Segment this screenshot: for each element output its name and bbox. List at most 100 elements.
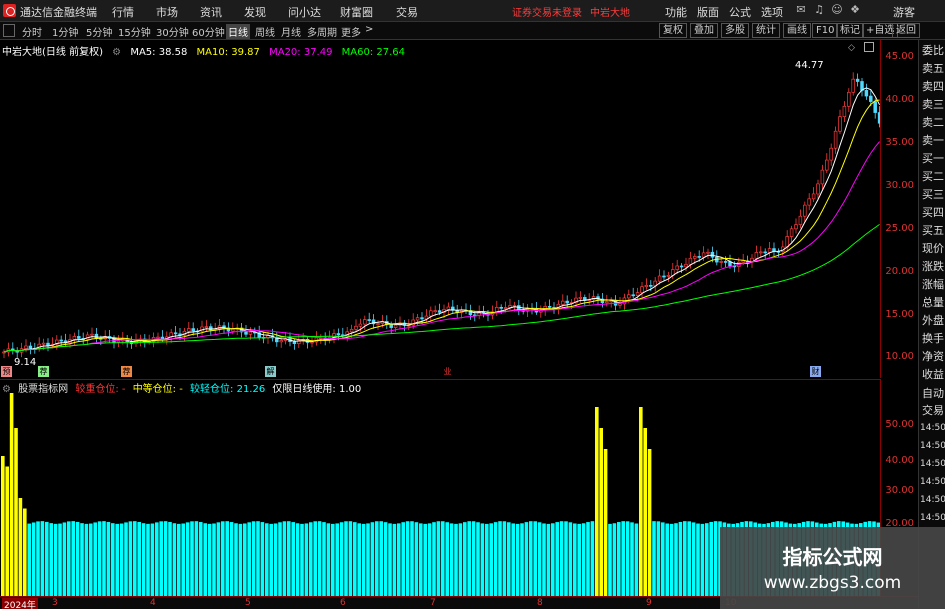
date-aug: 8 <box>537 598 543 608</box>
tool-back[interactable]: 返回 <box>892 23 920 38</box>
position-bar <box>190 521 194 596</box>
menu-ask[interactable]: 问小达 <box>288 4 321 20</box>
side-menu-item[interactable]: 买五 <box>920 222 945 238</box>
side-menu-item[interactable]: 收益 <box>920 366 945 382</box>
side-menu-item[interactable]: 卖五 <box>920 60 945 76</box>
menu-wealth[interactable]: 财富圈 <box>340 4 373 20</box>
side-menu-item[interactable]: 卖三 <box>920 96 945 112</box>
candle-body <box>829 147 833 161</box>
candlestick-chart[interactable] <box>0 40 880 378</box>
maximize-icon[interactable] <box>864 42 874 52</box>
position-bar <box>9 393 14 596</box>
event-unlock[interactable]: 解 <box>265 366 276 377</box>
period-monthly[interactable]: 月线 <box>281 24 301 39</box>
side-menu-item[interactable]: 外盘 <box>920 312 945 328</box>
position-bar <box>678 521 683 596</box>
menu-market[interactable]: 市场 <box>156 4 178 20</box>
period-60min[interactable]: 60分钟 <box>192 24 225 39</box>
candle-body <box>644 284 649 288</box>
position-bar <box>405 521 410 596</box>
side-menu-item[interactable]: 买二 <box>920 168 945 184</box>
tool-overlay[interactable]: 叠加 <box>690 23 718 38</box>
side-menu-item[interactable]: 涨跌 <box>920 258 945 274</box>
menu-formula[interactable]: 公式 <box>729 4 751 20</box>
menu-news[interactable]: 资讯 <box>200 4 222 20</box>
candle-body <box>358 323 363 327</box>
period-intraday[interactable]: 分时 <box>22 24 42 39</box>
side-menu-item[interactable]: 买一 <box>920 150 945 166</box>
side-menu-item[interactable]: 14:50 <box>920 495 945 505</box>
side-menu-item[interactable]: 卖二 <box>920 114 945 130</box>
period-multi[interactable]: 多周期 <box>307 24 337 39</box>
position-bar <box>449 523 454 596</box>
candle-body <box>389 323 393 328</box>
tool-f10[interactable]: F10 <box>812 23 839 38</box>
side-menu-item[interactable]: 委比 <box>920 42 945 58</box>
position-bar <box>243 523 247 596</box>
tool-mark[interactable]: 标记 <box>836 23 864 38</box>
candle-body <box>635 292 640 297</box>
side-menu-item[interactable]: 现价 <box>920 240 945 256</box>
position-bar <box>458 523 463 596</box>
price-axis: 45.00 40.00 35.00 30.00 25.00 20.00 15.0… <box>880 40 918 378</box>
menu-layout[interactable]: 版面 <box>697 4 719 20</box>
period-1min[interactable]: 1分钟 <box>52 24 78 39</box>
settings-icon[interactable]: ⚙ <box>112 47 121 58</box>
gift-icon[interactable]: ❖ <box>847 2 863 18</box>
menu-options[interactable]: 选项 <box>761 4 783 20</box>
side-menu-item[interactable]: 涨幅 <box>920 276 945 292</box>
menu-quotes[interactable]: 行情 <box>112 4 134 20</box>
period-5min[interactable]: 5分钟 <box>86 24 112 39</box>
ma60-label: MA60: 27.64 <box>341 47 406 58</box>
side-menu-item[interactable]: 买四 <box>920 204 945 220</box>
event-forecast[interactable]: 预 <box>1 366 12 377</box>
bell-icon[interactable]: ♫ <box>811 2 827 18</box>
side-menu-item[interactable]: 14:50 <box>920 423 945 433</box>
side-menu-item[interactable]: 卖四 <box>920 78 945 94</box>
period-30min[interactable]: 30分钟 <box>156 24 189 39</box>
event-recommend[interactable]: 荐 <box>38 366 49 377</box>
diamond-icon[interactable]: ◇ <box>848 43 855 53</box>
side-menu-item[interactable]: 14:50 <box>920 513 945 523</box>
period-weekly[interactable]: 周线 <box>255 24 275 39</box>
side-menu-item[interactable]: 买三 <box>920 186 945 202</box>
position-bar <box>282 521 287 596</box>
menu-trade[interactable]: 交易 <box>396 4 418 20</box>
candle-body <box>354 325 358 330</box>
envelope-icon[interactable]: ✉ <box>793 2 809 18</box>
side-menu-item[interactable]: 卖一 <box>920 132 945 148</box>
side-menu-item[interactable]: 14:50 <box>920 477 945 487</box>
tool-adjust[interactable]: 复权 <box>659 23 687 38</box>
period-15min[interactable]: 15分钟 <box>118 24 151 39</box>
side-menu-item[interactable]: 14:50 <box>920 441 945 451</box>
user-guest[interactable]: 游客 <box>893 4 915 20</box>
side-menu-item[interactable]: 14:50 <box>920 459 945 469</box>
side-menu-item[interactable]: 交易 <box>920 402 945 418</box>
event-business[interactable]: 业 <box>442 366 453 377</box>
trade-login-notice[interactable]: 证券交易未登录 <box>512 4 582 19</box>
period-more[interactable]: 更多 <box>341 24 361 39</box>
collapse-icon[interactable] <box>3 24 15 37</box>
side-menu-item[interactable]: 净资 <box>920 348 945 364</box>
position-bar <box>344 521 348 596</box>
date-may: 5 <box>245 598 251 608</box>
side-menu-item[interactable]: 总量 <box>920 294 945 310</box>
position-bar <box>454 523 458 596</box>
tool-draw[interactable]: 画线 <box>783 23 811 38</box>
tool-multi[interactable]: 多股 <box>721 23 749 38</box>
side-menu-item[interactable]: 换手 <box>920 330 945 346</box>
price-chart-panel[interactable]: 中岩大地(日线 前复权) ⚙ MA5: 38.58 MA10: 39.87 MA… <box>0 40 880 378</box>
chevron-right-icon[interactable]: > <box>365 24 373 35</box>
side-menu-item[interactable]: 自动 <box>920 385 945 401</box>
position-bar <box>251 521 256 596</box>
candle-body <box>701 252 706 258</box>
user-icon[interactable]: ☺ <box>829 2 845 18</box>
period-daily[interactable]: 日线 <box>226 24 250 39</box>
position-bar <box>445 522 449 596</box>
event-finance[interactable]: 财 <box>810 366 821 377</box>
event-recommend-2[interactable]: 荐 <box>121 366 132 377</box>
position-bar <box>713 521 718 596</box>
menu-discover[interactable]: 发现 <box>244 4 266 20</box>
menu-function[interactable]: 功能 <box>665 4 687 20</box>
tool-stats[interactable]: 统计 <box>752 23 780 38</box>
